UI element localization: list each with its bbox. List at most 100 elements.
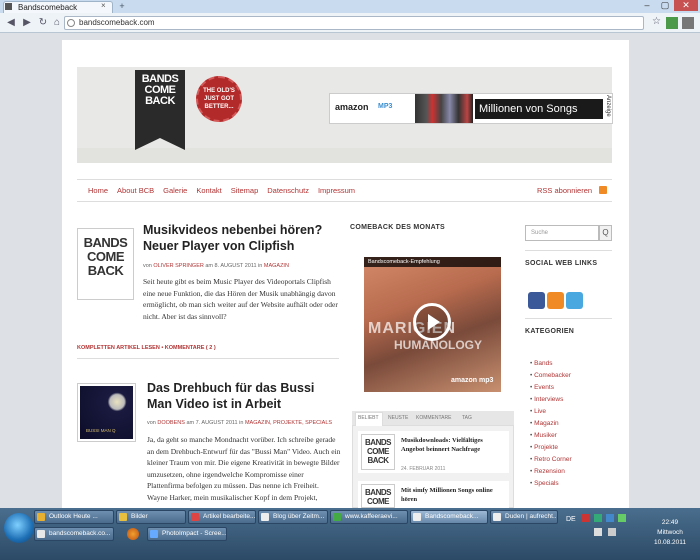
post-title[interactable]: Das Drehbuch für das Bussi Man Video ist… (147, 380, 339, 412)
forward-icon[interactable]: ▶ (20, 16, 34, 30)
category-link[interactable]: MAGAZIN (264, 263, 289, 269)
post-title[interactable]: Musikvideos nebenbei hören? Neuer Player… (143, 222, 343, 254)
nav-home[interactable]: Home (88, 186, 108, 195)
clock-time: 22:49 (661, 519, 679, 526)
tab-beliebt[interactable]: BELIEBT (358, 415, 379, 421)
tray-icon[interactable] (594, 514, 602, 522)
nav-divider (77, 201, 612, 202)
author-link[interactable]: DOOBENS (157, 420, 185, 426)
category-item[interactable]: Comebacker (530, 370, 612, 382)
meta-date: am 7. AUGUST 2011 in (186, 420, 244, 426)
rss-feed-icon[interactable] (547, 292, 564, 309)
list-item-title: Mit simfy Millionen Songs online hören (401, 487, 493, 503)
category-item[interactable]: Musiker (530, 430, 612, 442)
tab-kommentare[interactable]: KOMMENTARE (416, 415, 451, 421)
logo-line: BACK (145, 95, 175, 107)
system-clock[interactable]: 22:49 Mittwoch 10.08.2011 (652, 518, 688, 548)
app-icon (191, 513, 199, 521)
network-icon[interactable] (594, 528, 602, 536)
nav-impressum[interactable]: Impressum (318, 186, 355, 195)
twitter-icon[interactable] (566, 292, 583, 309)
minimize-button[interactable]: – (638, 0, 656, 10)
tray-icon[interactable] (582, 514, 590, 522)
post-excerpt: Ja, da geht so manche Mondnacht vorüber.… (77, 434, 341, 508)
volume-icon[interactable] (608, 528, 616, 536)
nav-about[interactable]: About BCB (117, 186, 154, 195)
thumbnail-caption: BUSSI MAN Q (86, 428, 116, 433)
taskbar-item[interactable]: Outlook Heute ... (34, 510, 114, 524)
address-bar[interactable]: bandscomeback.com (64, 16, 644, 30)
rss-link[interactable]: RSS abonnieren (537, 186, 592, 195)
url-text: bandscomeback.com (79, 18, 155, 27)
category-item[interactable]: Specials (530, 478, 612, 490)
thumbnail-logo: BANDS COME BACK (79, 236, 132, 278)
tab-neuste[interactable]: NEUSTE (388, 415, 408, 421)
author-link[interactable]: OLIVER SPRINGER (153, 263, 203, 269)
ad-brand: amazon (335, 102, 369, 112)
rss-icon[interactable] (599, 186, 607, 194)
category-item[interactable]: Rezension (530, 466, 612, 478)
category-list: Bands Comebacker Events Interviews Live … (530, 358, 612, 490)
nav-datenschutz[interactable]: Datenschutz (267, 186, 309, 195)
category-link[interactable]: MAGAZIN, PROJEKTE, SPECIALS (245, 420, 332, 426)
language-indicator[interactable]: DE (566, 516, 576, 523)
browser-icon (413, 513, 421, 521)
taskbar-item[interactable]: bandscomeback.co... (34, 527, 114, 541)
search-input[interactable]: Suche (525, 225, 599, 241)
post-divider (77, 358, 339, 359)
ad-headline: Millionen von Songs (475, 99, 603, 119)
category-item[interactable]: Events (530, 382, 612, 394)
extension-icon[interactable] (666, 17, 678, 29)
close-window-button[interactable]: ✕ (674, 0, 698, 11)
clock-day: Mittwoch (657, 529, 683, 536)
start-button[interactable] (4, 513, 34, 543)
category-item[interactable]: Magazin (530, 418, 612, 430)
list-item-date: 24. FEBRUAR 2011 (401, 466, 446, 472)
header-stripe (77, 148, 612, 163)
tab-tag[interactable]: TAG (462, 415, 472, 421)
maximize-button[interactable]: ▢ (656, 0, 674, 11)
post-title-line: Neuer Player von Clipfish (143, 239, 295, 253)
back-icon[interactable]: ◀ (4, 16, 18, 30)
category-item[interactable]: Live (530, 406, 612, 418)
bookmark-star-icon[interactable]: ☆ (652, 16, 661, 27)
favicon-icon (5, 3, 12, 10)
category-item[interactable]: Retro Corner (530, 454, 612, 466)
list-item-title: Musikdownloads: Vielfältiges Angebot bei… (401, 437, 483, 453)
facebook-icon[interactable] (528, 292, 545, 309)
taskbar-item[interactable]: PhotoImpact - Scree... (147, 527, 227, 541)
play-icon[interactable] (428, 314, 440, 330)
site-logo[interactable]: BANDS COME BACK (137, 74, 183, 107)
new-tab-button[interactable]: + (116, 2, 128, 12)
read-more-link[interactable]: KOMPLETTEN ARTIKEL LESEN • KOMMENTARE ( … (77, 345, 216, 351)
logo-line: COME (87, 249, 125, 264)
list-thumbnail: BANDS COME (361, 484, 395, 508)
nav-galerie[interactable]: Galerie (163, 186, 187, 195)
taskbar-item-active[interactable]: Bandscomeback... (410, 510, 488, 524)
video-brand: amazon mp3 (451, 377, 494, 384)
taskbar-item[interactable]: www.kaffeeraevi... (330, 510, 408, 524)
ad-service: MP3 (378, 103, 393, 110)
tab-close-icon[interactable]: × (101, 1, 106, 10)
browser-tab[interactable]: Bandscomeback (3, 1, 113, 13)
nav-sitemap[interactable]: Sitemap (231, 186, 259, 195)
category-item[interactable]: Bands (530, 358, 612, 370)
globe-icon (67, 19, 75, 27)
comeback-heading: COMEBACK DES MONATS (350, 224, 446, 231)
firefox-icon[interactable] (127, 528, 139, 540)
wrench-icon[interactable] (682, 17, 694, 29)
category-item[interactable]: Projekte (530, 442, 612, 454)
nav-kontakt[interactable]: Kontakt (196, 186, 221, 195)
home-icon[interactable]: ⌂ (50, 16, 64, 30)
browser-icon (37, 530, 45, 538)
reload-icon[interactable]: ↻ (36, 16, 50, 30)
logo-line: BACK (87, 263, 124, 278)
post-excerpt-text: Ja, da geht so manche Mondnacht vorüber.… (147, 435, 341, 502)
outlook-icon (37, 513, 45, 521)
search-icon[interactable]: Q (599, 225, 612, 241)
tray-icon[interactable] (606, 514, 614, 522)
ad-label: Anzeige (605, 95, 611, 117)
main-nav: Home About BCB Galerie Kontakt Sitemap Datens… (88, 186, 364, 198)
tray-icon[interactable] (618, 514, 626, 522)
category-item[interactable]: Interviews (530, 394, 612, 406)
